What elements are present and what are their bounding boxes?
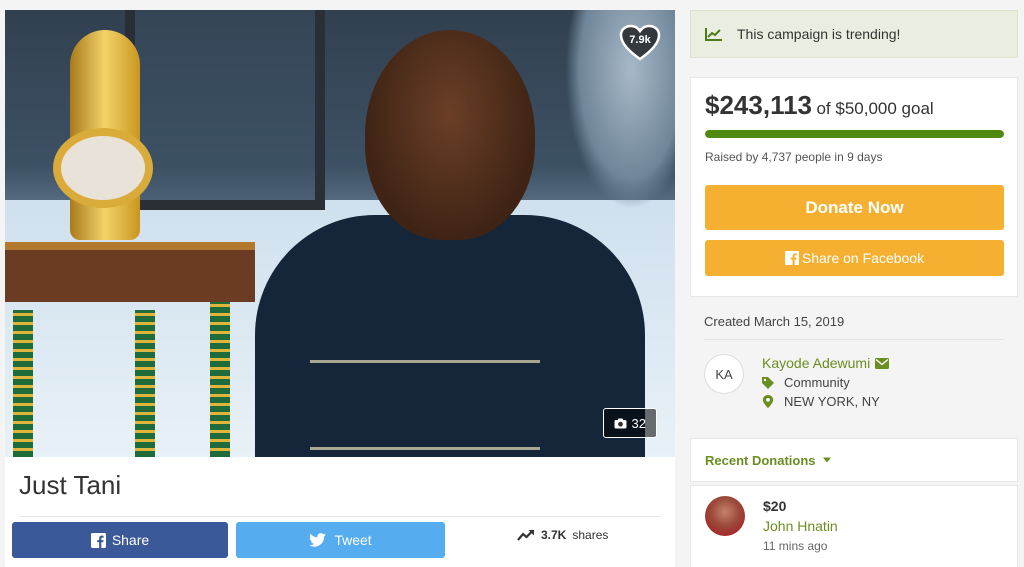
tweet-button[interactable]: Tweet	[236, 522, 445, 558]
share-count-suffix: shares	[572, 528, 609, 542]
photo-count-label: 32	[631, 415, 646, 431]
share-facebook-label: Share	[111, 532, 150, 548]
envelope-icon[interactable]	[875, 357, 890, 369]
trending-banner: This campaign is trending!	[690, 10, 1018, 58]
share-facebook-button[interactable]: Share	[12, 522, 228, 558]
tag-icon	[762, 376, 774, 389]
raised-by-text: Raised by 4,737 people in 9 days	[705, 150, 883, 164]
donation-card: $243,113 of $50,000 goal Raised by 4,737…	[690, 77, 1018, 297]
photo-trophy-disc	[53, 128, 153, 208]
caret-down-icon	[822, 457, 831, 463]
campaign-panel: 7.9k 32 Just Tani Share Tweet 3.7K share…	[5, 10, 675, 567]
likes-heart-badge[interactable]: 7.9k	[619, 24, 661, 62]
created-date: Created March 15, 2019	[704, 314, 845, 329]
likes-count: 7.9k	[629, 34, 651, 46]
donation-amount: $20	[763, 498, 787, 514]
photo-trophy-column	[210, 302, 230, 457]
camera-icon	[614, 418, 627, 428]
divider	[19, 516, 661, 517]
organizer-location-label: NEW YORK, NY	[784, 394, 880, 409]
divider	[704, 339, 1004, 340]
share-count: 3.7K shares	[517, 528, 608, 542]
photo-trophy-column	[135, 310, 155, 457]
photo-trophy-column	[13, 310, 33, 457]
trending-label: This campaign is trending!	[737, 26, 901, 42]
donation-time: 11 mins ago	[763, 539, 828, 553]
progress-bar-fill	[705, 130, 1004, 138]
photo-window	[125, 10, 325, 210]
share-count-value: 3.7K	[541, 528, 567, 542]
photo-trophy-base	[5, 242, 255, 302]
raised-amount: $243,113	[705, 90, 813, 120]
donate-now-button[interactable]: Donate Now	[705, 185, 1004, 230]
organizer-category: Community	[762, 375, 850, 390]
organizer-section: Created March 15, 2019 KA Kayode Adewumi…	[690, 298, 1018, 424]
campaign-title: Just Tani	[19, 470, 122, 500]
list-item: $20 John Hnatin 11 mins ago	[690, 485, 1018, 567]
trend-chart-icon	[705, 28, 722, 41]
organizer-avatar[interactable]: KA	[704, 354, 744, 394]
photo-shirt-print	[310, 360, 540, 450]
map-marker-icon	[762, 395, 774, 408]
goal-text: of $50,000 goal	[816, 99, 934, 118]
donor-name: John Hnatin	[763, 518, 838, 534]
organizer-location: NEW YORK, NY	[762, 394, 880, 409]
recent-donations-toggle[interactable]: Recent Donations	[690, 438, 1018, 482]
organizer-name: Kayode Adewumi	[762, 355, 871, 371]
raised-summary: $243,113 of $50,000 goal	[705, 90, 934, 121]
tweet-label: Tweet	[334, 532, 372, 548]
organizer-link[interactable]: Kayode Adewumi	[762, 355, 890, 371]
share-on-facebook-label: Share on Facebook	[801, 250, 925, 266]
facebook-icon	[784, 251, 799, 265]
photo-child-head	[365, 30, 535, 240]
twitter-icon	[309, 533, 327, 547]
campaign-hero-photo[interactable]: 7.9k 32	[5, 10, 675, 457]
recent-donations-label: Recent Donations	[705, 452, 816, 468]
organizer-category-label: Community	[784, 375, 850, 390]
donor-avatar	[705, 496, 745, 536]
facebook-icon	[90, 532, 106, 548]
share-arrow-icon	[517, 529, 534, 541]
share-on-facebook-button[interactable]: Share on Facebook	[705, 240, 1004, 276]
progress-bar	[705, 130, 1004, 138]
photo-gallery-button[interactable]: 32	[602, 408, 657, 438]
